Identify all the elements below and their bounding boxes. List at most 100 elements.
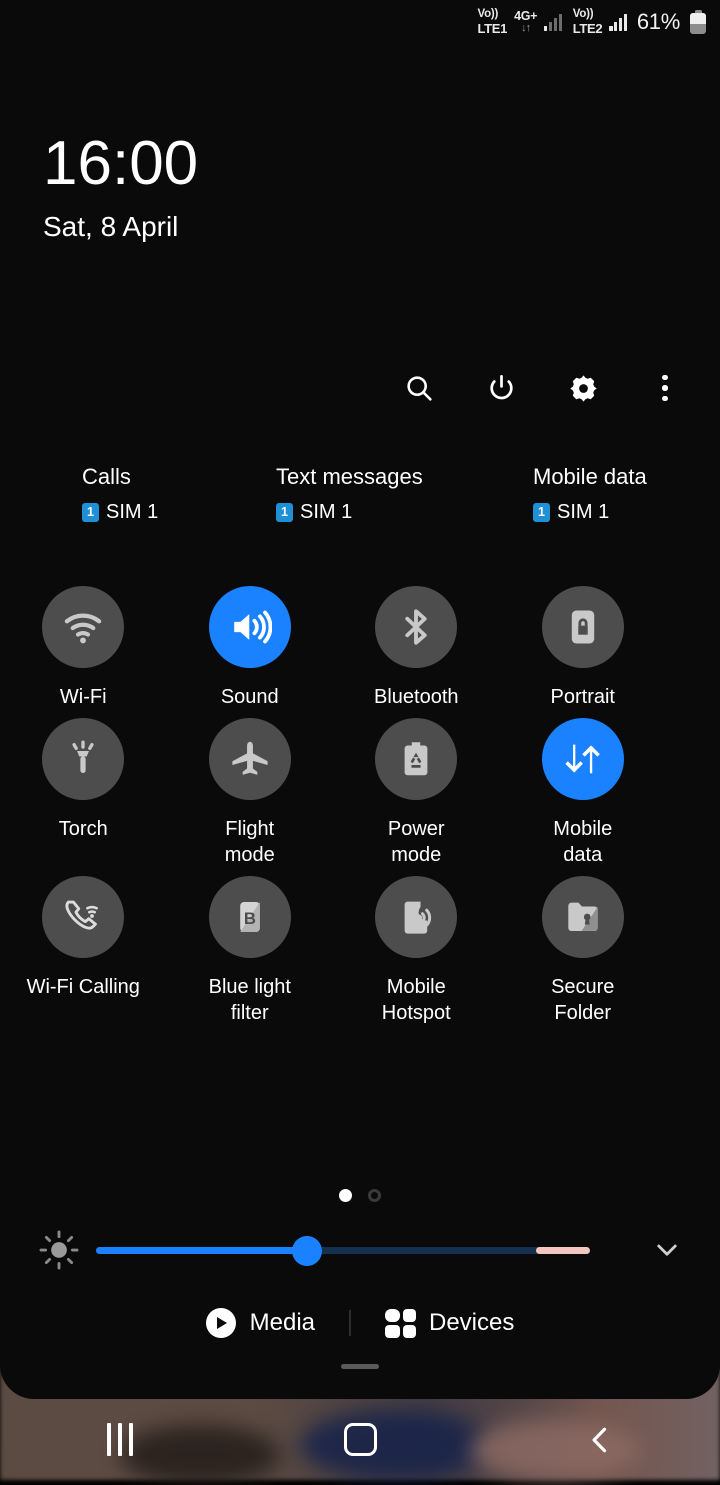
sim-name-label: SIM 1 [106, 501, 159, 523]
sim1-network-indicator: Vo)) LTE1 [477, 9, 507, 35]
recents-icon [107, 1423, 133, 1456]
sim2-volte-label: Vo)) [572, 8, 594, 21]
toggle-portrait[interactable]: Portrait [500, 586, 667, 710]
page-dot-1[interactable] [339, 1189, 352, 1202]
toggle-label: Torch [58, 818, 108, 840]
quick-settings-panel: Vo)) LTE1 4G+ ↓↑ Vo)) LTE2 61% 16:00 Sat… [0, 0, 720, 1399]
brightness-icon [36, 1227, 82, 1273]
sim-name-label: SIM 1 [300, 501, 353, 523]
quick-toggle-grid: Wi-Fi Sound Bluetooth Portrait Torch Fli… [0, 586, 720, 1034]
toggle-bluetooth[interactable]: Bluetooth [333, 586, 500, 710]
sim-status-row: Calls 1 SIM 1 Text messages 1 SIM 1 Mobi… [0, 466, 720, 530]
sim1-network-label: LTE1 [477, 20, 508, 36]
wifi-calling-icon [42, 876, 125, 958]
rotation-lock-icon [541, 586, 624, 668]
flashlight-icon [42, 718, 125, 800]
back-button[interactable] [540, 1399, 660, 1480]
battery-icon [690, 10, 706, 34]
svg-text:B: B [244, 909, 256, 928]
toggle-label: Mobile data [553, 818, 613, 866]
status-bar: Vo)) LTE1 4G+ ↓↑ Vo)) LTE2 61% [0, 0, 720, 44]
slider-warm-segment [536, 1247, 590, 1254]
power-icon[interactable] [484, 371, 518, 405]
slider-fill [96, 1247, 314, 1254]
sim1-volte-label: Vo)) [477, 8, 499, 21]
sim-status-mobile-data[interactable]: Mobile data 1 SIM 1 [533, 466, 647, 524]
gear-icon[interactable] [566, 371, 600, 405]
battery-percent-label: 61% [636, 9, 680, 34]
data-network-label: 4G+ [514, 8, 538, 23]
wifi-icon [42, 586, 125, 668]
brightness-row [0, 1222, 720, 1278]
toggle-flight-mode[interactable]: Flight mode [167, 718, 334, 868]
search-icon[interactable] [402, 371, 436, 405]
chevron-down-icon[interactable] [644, 1227, 690, 1273]
toggle-label: Mobile Hotspot [381, 976, 451, 1024]
toggle-row: Wi-Fi Calling B Blue light filter Mobile… [0, 876, 720, 1026]
clock-date: Sat, 8 April [43, 211, 179, 242]
sim2-network-label: LTE2 [572, 20, 603, 36]
media-button[interactable]: Media [205, 1308, 315, 1338]
back-icon [592, 1427, 607, 1452]
sim1-signal-bars-icon [544, 13, 562, 31]
navigation-bar [0, 1399, 720, 1480]
toggle-label: Sound [220, 686, 279, 708]
recents-button[interactable] [60, 1399, 180, 1480]
sim-status-title: Mobile data [533, 464, 647, 489]
toggle-mobile-hotspot[interactable]: Mobile Hotspot [333, 876, 500, 1026]
home-button[interactable] [300, 1399, 420, 1480]
sim-status-title: Calls [82, 464, 131, 489]
header-icon-row [402, 371, 682, 405]
devices-grid-icon [385, 1308, 416, 1338]
brightness-slider[interactable] [96, 1227, 636, 1273]
sim2-signal-bars-icon [609, 13, 627, 31]
toggle-label: Flight mode [224, 818, 275, 866]
volume-icon [208, 586, 291, 668]
panel-drag-handle[interactable] [341, 1364, 379, 1369]
bluetooth-icon [375, 586, 458, 668]
media-label: Media [249, 1309, 315, 1336]
toggle-blue-light-filter[interactable]: B Blue light filter [167, 876, 334, 1026]
clock-time: 16:00 [43, 129, 199, 198]
home-icon [343, 1423, 377, 1456]
toggle-label: Secure Folder [551, 976, 615, 1024]
devices-button[interactable]: Devices [385, 1308, 514, 1338]
play-circle-icon [205, 1308, 236, 1338]
sim-badge: 1 [276, 503, 293, 522]
clock-block[interactable]: 16:00 Sat, 8 April [43, 133, 198, 243]
mobile-data-indicator: 4G+ ↓↑ [514, 10, 537, 35]
hotspot-icon [375, 876, 458, 958]
sim-name-label: SIM 1 [557, 501, 610, 523]
toggle-power-mode[interactable]: Power mode [333, 718, 500, 868]
data-activity-icon: ↓↑ [521, 22, 531, 35]
toggle-mobile-data[interactable]: Mobile data [500, 718, 667, 868]
toggle-label: Portrait [550, 686, 615, 708]
toggle-wifi[interactable]: Wi-Fi [0, 586, 167, 710]
devices-label: Devices [429, 1309, 515, 1336]
sim-status-title: Text messages [276, 464, 423, 489]
sim-status-calls[interactable]: Calls 1 SIM 1 [82, 466, 158, 524]
toggle-row: Torch Flight mode Power mode Mobile data [0, 718, 720, 868]
slider-thumb[interactable] [292, 1236, 322, 1266]
overflow-menu-icon[interactable] [648, 371, 682, 405]
toggle-wifi-calling[interactable]: Wi-Fi Calling [0, 876, 167, 1026]
toggle-label: Wi-Fi Calling [26, 976, 140, 998]
blue-light-icon: B [208, 876, 291, 958]
page-indicator [0, 1189, 720, 1202]
toggle-row: Wi-Fi Sound Bluetooth Portrait [0, 586, 720, 710]
airplane-icon [208, 718, 291, 800]
sim2-network-indicator: Vo)) LTE2 [573, 9, 603, 35]
toggle-torch[interactable]: Torch [0, 718, 167, 868]
divider [349, 1310, 351, 1336]
toggle-label: Wi-Fi [59, 686, 107, 708]
media-devices-bar: Media Devices [0, 1300, 720, 1346]
toggle-label: Blue light filter [208, 976, 291, 1024]
sim-status-text-messages[interactable]: Text messages 1 SIM 1 [276, 466, 423, 524]
page-dot-2[interactable] [368, 1189, 381, 1202]
power-saving-icon [375, 718, 458, 800]
toggle-sound[interactable]: Sound [167, 586, 334, 710]
toggle-label: Bluetooth [373, 686, 459, 708]
sim-badge: 1 [82, 503, 99, 522]
sim-badge: 1 [533, 503, 550, 522]
toggle-secure-folder[interactable]: Secure Folder [500, 876, 667, 1026]
